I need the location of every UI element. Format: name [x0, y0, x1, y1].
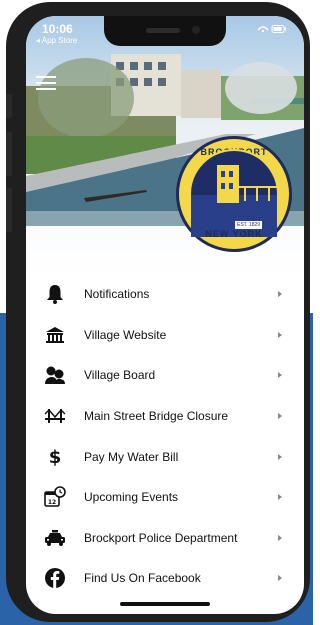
svg-text:12: 12	[48, 499, 56, 506]
menu-item-brockport-police-department[interactable]: Brockport Police Department	[26, 518, 304, 559]
dollar-icon: $	[44, 446, 66, 468]
police-car-icon	[44, 527, 66, 549]
hamburger-menu-icon[interactable]	[36, 76, 60, 94]
chevron-right-icon	[278, 413, 282, 420]
building-icon	[44, 324, 66, 346]
menu-item-label: Village Website	[84, 327, 167, 342]
front-camera	[192, 26, 200, 34]
chevron-right-icon	[278, 575, 282, 582]
facebook-icon	[44, 567, 66, 589]
menu-item-label: Upcoming Events	[84, 490, 179, 505]
menu-item-village-board[interactable]: Village Board	[26, 355, 304, 396]
bell-icon	[44, 283, 66, 305]
village-seal-logo: BROCKPORT EST. 1829 NEW YORK	[176, 136, 292, 252]
menu-item-village-website[interactable]: Village Website	[26, 315, 304, 356]
status-time: 10:06	[42, 22, 73, 36]
mute-switch	[6, 94, 12, 118]
chevron-right-icon	[278, 534, 282, 541]
people-icon	[44, 364, 66, 386]
menu-item-main-street-bridge-closure[interactable]: Main Street Bridge Closure	[26, 396, 304, 437]
menu-item-label: Notifications	[84, 287, 150, 302]
volume-up-button	[6, 132, 12, 176]
hero-image: 10:06 ◂ App Store BROCKPORT	[26, 16, 304, 274]
chevron-right-icon	[278, 372, 282, 379]
menu-item-label: Village Board	[84, 368, 156, 383]
svg-text:$: $	[49, 447, 62, 467]
menu-item-find-us-on-facebook[interactable]: Find Us On Facebook	[26, 558, 304, 599]
menu-item-pay-my-water-bill[interactable]: $ Pay My Water Bill	[26, 436, 304, 477]
phone-frame: 10:06 ◂ App Store BROCKPORT	[6, 2, 310, 622]
screen: 10:06 ◂ App Store BROCKPORT	[26, 16, 304, 614]
home-indicator[interactable]	[120, 602, 210, 606]
menu-list: Notifications Village Website Village Bo…	[26, 274, 304, 599]
calendar-clock-icon: 12	[44, 486, 66, 508]
chevron-right-icon	[278, 453, 282, 460]
menu-item-label: Main Street Bridge Closure	[84, 409, 229, 424]
menu-item-label: Brockport Police Department	[84, 530, 238, 545]
back-to-app-store-link[interactable]: ◂ App Store	[36, 36, 77, 45]
wifi-battery-icon	[257, 25, 286, 33]
menu-item-label: Find Us On Facebook	[84, 571, 201, 586]
chevron-right-icon	[278, 331, 282, 338]
chevron-right-icon	[278, 291, 282, 298]
bridge-icon	[44, 405, 66, 427]
menu-item-notifications[interactable]: Notifications	[26, 274, 304, 315]
volume-down-button	[6, 188, 12, 232]
menu-item-label: Pay My Water Bill	[84, 449, 179, 464]
status-icons	[256, 24, 288, 37]
seal-est-text: EST. 1829	[235, 221, 263, 229]
notch	[104, 16, 226, 46]
seal-bottom-text: NEW YORK	[205, 229, 263, 239]
seal-artwork	[191, 165, 277, 237]
menu-item-upcoming-events[interactable]: 12 Upcoming Events	[26, 477, 304, 518]
chevron-right-icon	[278, 494, 282, 501]
seal-inner: EST. 1829	[189, 149, 279, 239]
speaker-grille	[146, 28, 180, 33]
